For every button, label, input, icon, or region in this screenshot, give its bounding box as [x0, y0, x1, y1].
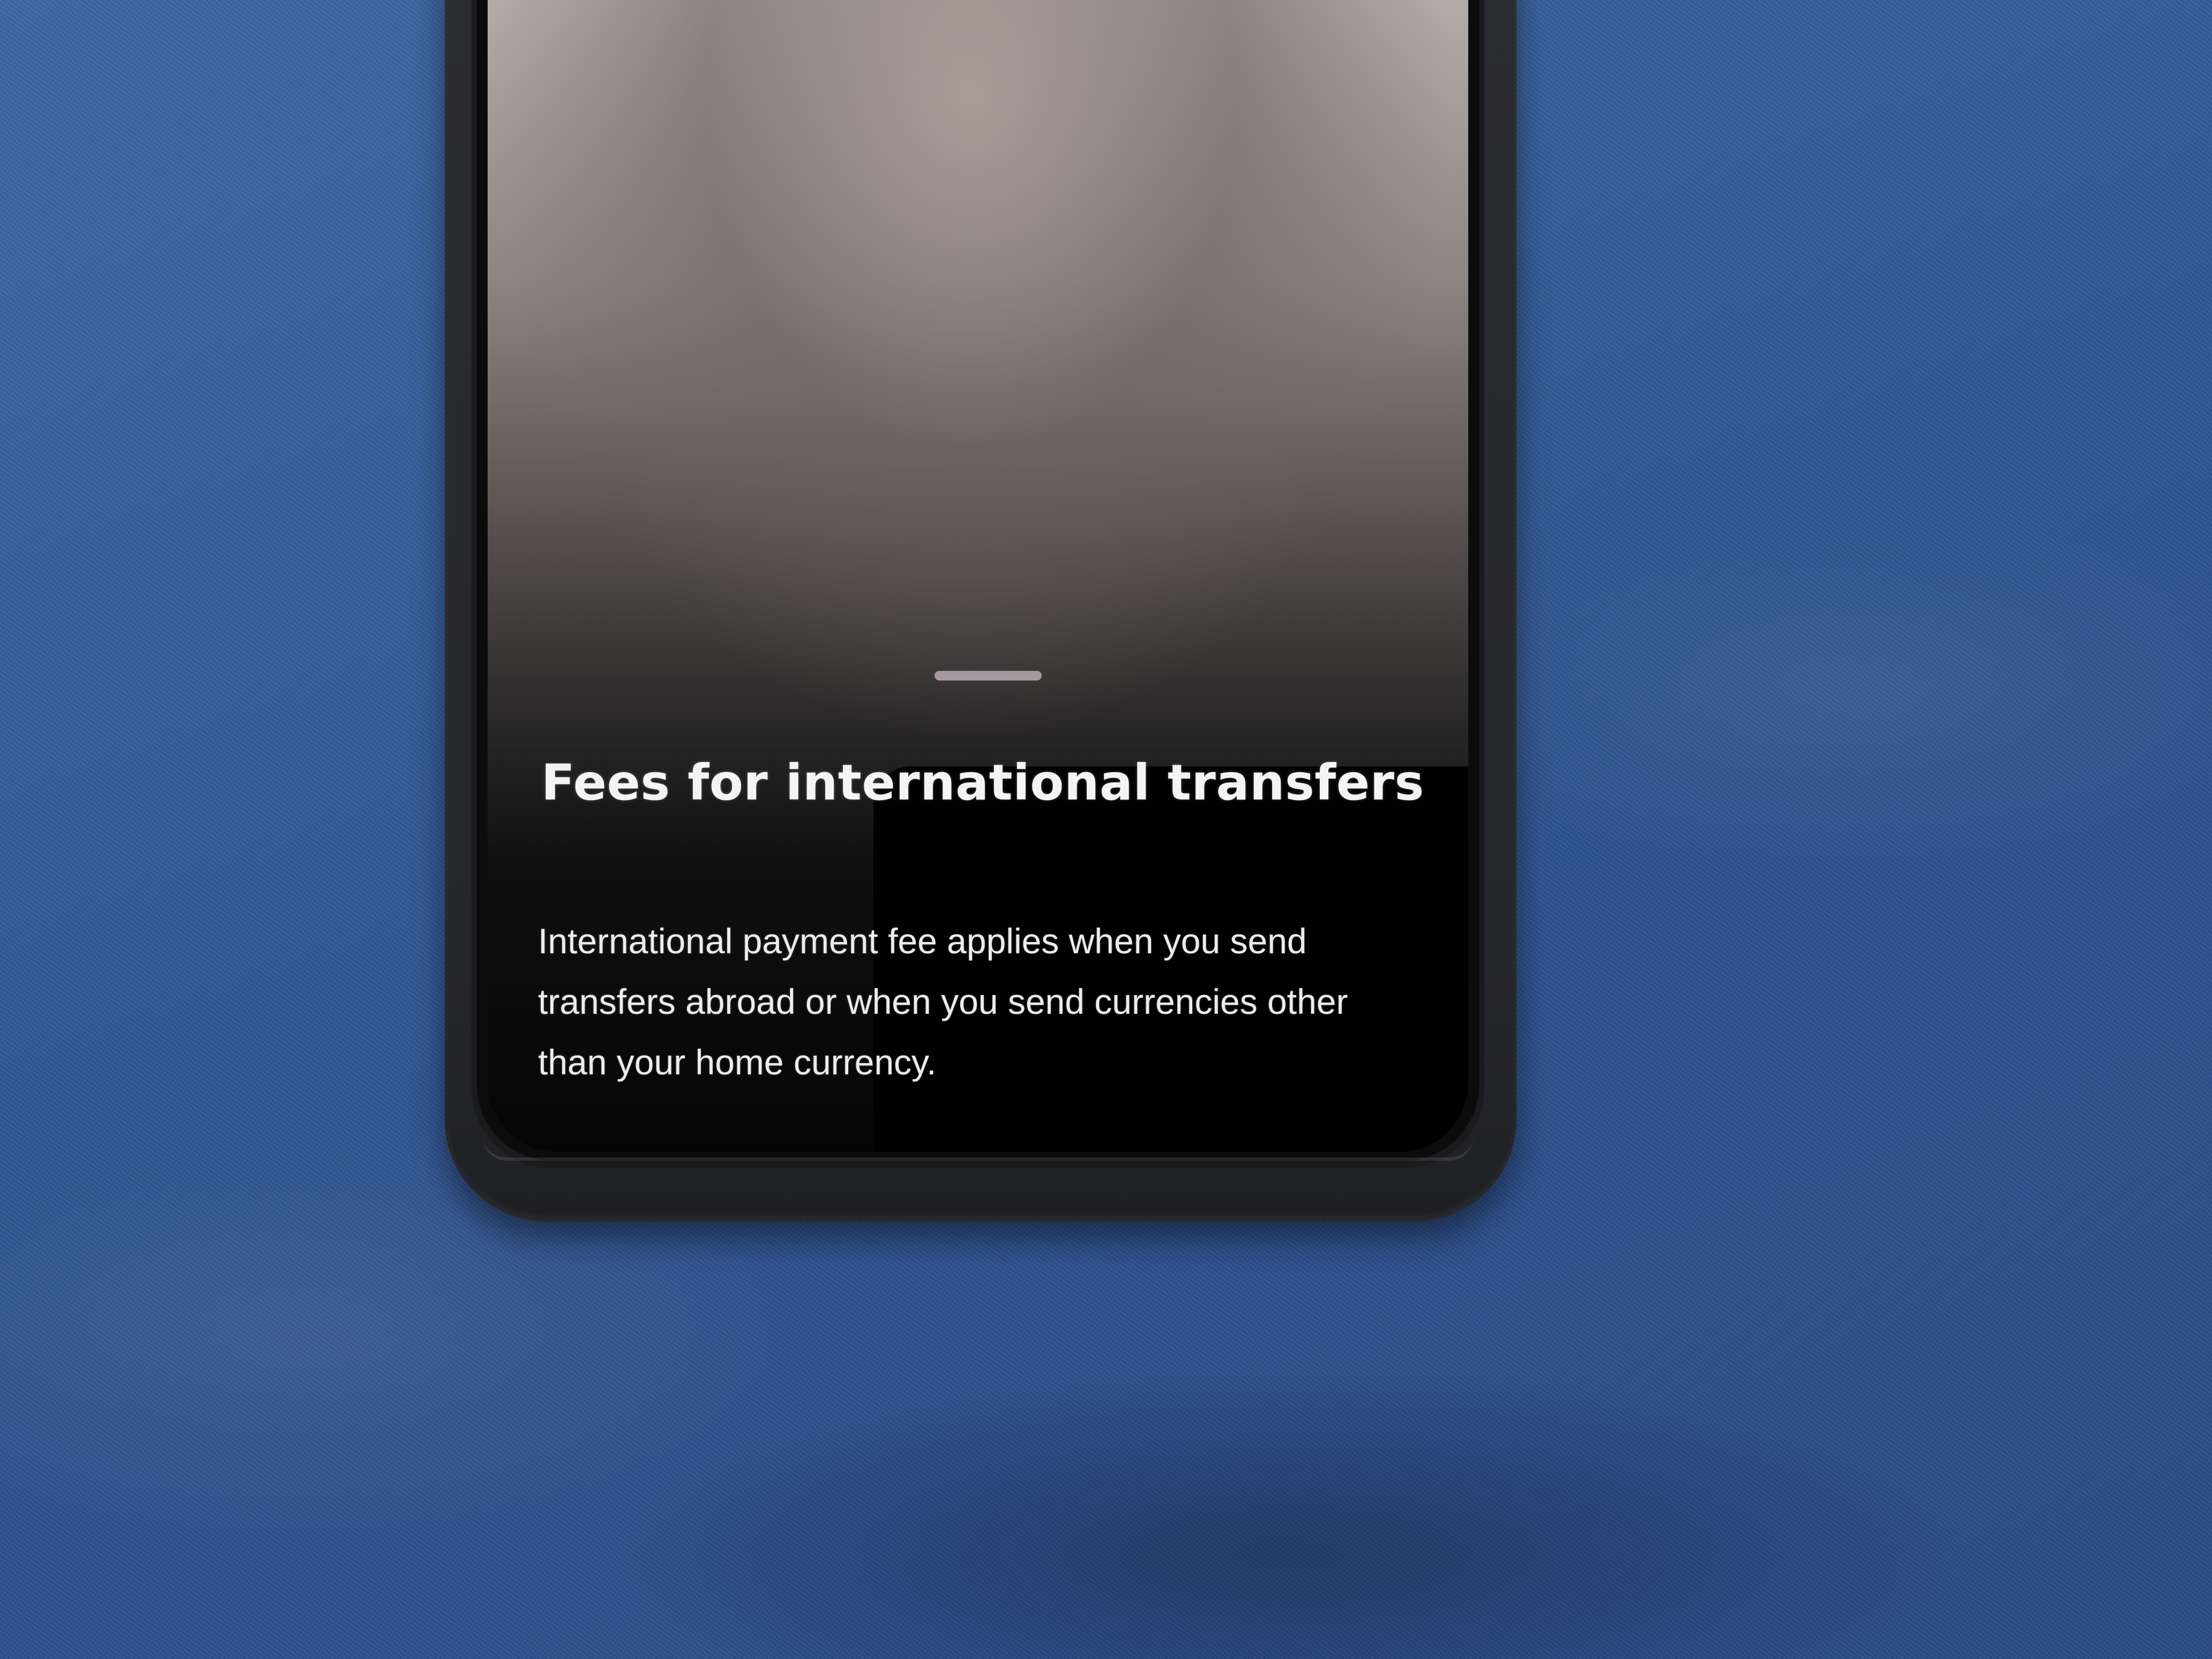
bottom-sheet-description: International payment fee applies when y…: [538, 921, 1348, 1082]
phone-screen: Fees for international transfers Interna…: [488, 0, 1468, 1152]
bottom-sheet-title: Fees for international transfers: [541, 754, 1424, 811]
bottom-sheet-drag-handle[interactable]: [935, 671, 1042, 681]
screen-protector-edge: [482, 1136, 1474, 1161]
